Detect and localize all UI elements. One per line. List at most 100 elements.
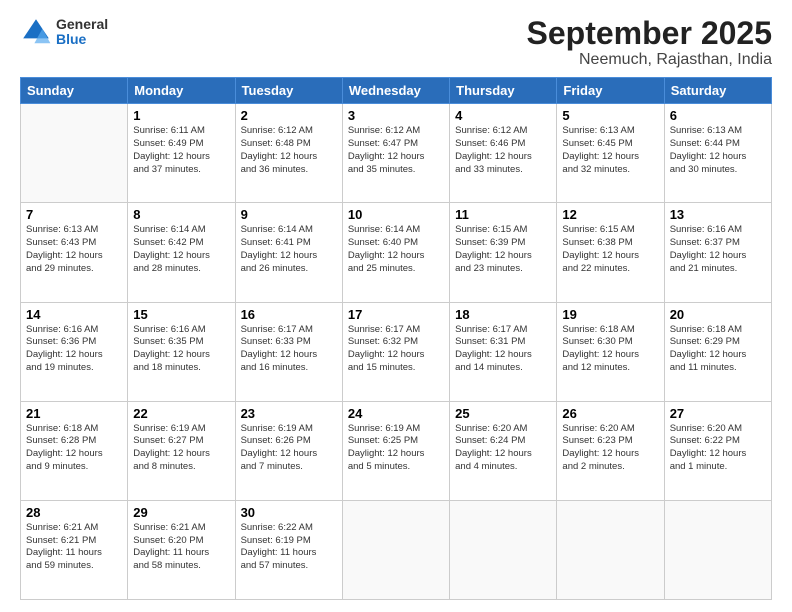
- day-info: Sunrise: 6:16 AM Sunset: 6:35 PM Dayligh…: [133, 324, 229, 375]
- calendar-title: September 2025: [527, 16, 772, 51]
- day-info: Sunrise: 6:22 AM Sunset: 6:19 PM Dayligh…: [241, 522, 337, 573]
- logo-icon: [20, 16, 52, 48]
- day-cell: 24Sunrise: 6:19 AM Sunset: 6:25 PM Dayli…: [342, 401, 449, 500]
- day-info: Sunrise: 6:11 AM Sunset: 6:49 PM Dayligh…: [133, 125, 229, 176]
- day-number: 21: [26, 406, 122, 421]
- day-number: 6: [670, 108, 766, 123]
- day-number: 26: [562, 406, 658, 421]
- day-info: Sunrise: 6:21 AM Sunset: 6:21 PM Dayligh…: [26, 522, 122, 573]
- col-sunday: Sunday: [21, 78, 128, 104]
- day-cell: 19Sunrise: 6:18 AM Sunset: 6:30 PM Dayli…: [557, 302, 664, 401]
- col-monday: Monday: [128, 78, 235, 104]
- day-number: 28: [26, 505, 122, 520]
- day-cell: 17Sunrise: 6:17 AM Sunset: 6:32 PM Dayli…: [342, 302, 449, 401]
- day-info: Sunrise: 6:19 AM Sunset: 6:26 PM Dayligh…: [241, 423, 337, 474]
- week-row-4: 21 Sunrise: 6:18 AM Sunset: 6:28 PM Dayli…: [21, 401, 772, 500]
- day-number: 13: [670, 207, 766, 222]
- day-info: Sunrise: 6:16 AM Sunset: 6:37 PM Dayligh…: [670, 224, 766, 275]
- day-cell: [21, 104, 128, 203]
- logo-general: General: [56, 17, 108, 32]
- day-number: 27: [670, 406, 766, 421]
- day-number: 4: [455, 108, 551, 123]
- day-info: Sunrise: 6:19 AM Sunset: 6:25 PM Dayligh…: [348, 423, 444, 474]
- calendar-subtitle: Neemuch, Rajasthan, India: [527, 51, 772, 69]
- day-cell: 7 Sunrise: 6:13 AM Sunset: 6:43 PM Daylig…: [21, 203, 128, 302]
- col-tuesday: Tuesday: [235, 78, 342, 104]
- logo-blue: Blue: [56, 32, 108, 47]
- day-cell: 21 Sunrise: 6:18 AM Sunset: 6:28 PM Dayli…: [21, 401, 128, 500]
- day-info: Sunrise: 6:16 AM Sunset: 6:36 PM Dayligh…: [26, 324, 122, 375]
- page: General Blue September 2025 Neemuch, Raj…: [0, 0, 792, 612]
- day-number: 30: [241, 505, 337, 520]
- day-info: Sunrise: 6:14 AM Sunset: 6:40 PM Dayligh…: [348, 224, 444, 275]
- day-number: 22: [133, 406, 229, 421]
- day-info: Sunrise: 6:15 AM Sunset: 6:39 PM Dayligh…: [455, 224, 551, 275]
- day-number: 14: [26, 307, 122, 322]
- col-friday: Friday: [557, 78, 664, 104]
- header-row: Sunday Monday Tuesday Wednesday Thursday…: [21, 78, 772, 104]
- day-cell: 28 Sunrise: 6:21 AM Sunset: 6:21 PM Dayli…: [21, 500, 128, 599]
- col-saturday: Saturday: [664, 78, 771, 104]
- day-cell: [450, 500, 557, 599]
- week-row-3: 14 Sunrise: 6:16 AM Sunset: 6:36 PM Dayli…: [21, 302, 772, 401]
- day-cell: 30 Sunrise: 6:22 AM Sunset: 6:19 PM Dayli…: [235, 500, 342, 599]
- day-cell: 27 Sunrise: 6:20 AM Sunset: 6:22 PM Dayli…: [664, 401, 771, 500]
- day-info: Sunrise: 6:17 AM Sunset: 6:32 PM Dayligh…: [348, 324, 444, 375]
- day-cell: 1Sunrise: 6:11 AM Sunset: 6:49 PM Daylig…: [128, 104, 235, 203]
- header: General Blue September 2025 Neemuch, Raj…: [20, 16, 772, 69]
- day-number: 20: [670, 307, 766, 322]
- day-number: 9: [241, 207, 337, 222]
- day-info: Sunrise: 6:20 AM Sunset: 6:24 PM Dayligh…: [455, 423, 551, 474]
- day-number: 25: [455, 406, 551, 421]
- day-cell: 29Sunrise: 6:21 AM Sunset: 6:20 PM Dayli…: [128, 500, 235, 599]
- day-info: Sunrise: 6:12 AM Sunset: 6:47 PM Dayligh…: [348, 125, 444, 176]
- day-cell: 15 Sunrise: 6:16 AM Sunset: 6:35 PM Dayli…: [128, 302, 235, 401]
- day-cell: 3 Sunrise: 6:12 AM Sunset: 6:47 PM Daylig…: [342, 104, 449, 203]
- day-number: 16: [241, 307, 337, 322]
- day-cell: [557, 500, 664, 599]
- day-info: Sunrise: 6:20 AM Sunset: 6:22 PM Dayligh…: [670, 423, 766, 474]
- day-cell: 8Sunrise: 6:14 AM Sunset: 6:42 PM Daylig…: [128, 203, 235, 302]
- day-cell: 11Sunrise: 6:15 AM Sunset: 6:39 PM Dayli…: [450, 203, 557, 302]
- week-row-2: 7 Sunrise: 6:13 AM Sunset: 6:43 PM Daylig…: [21, 203, 772, 302]
- day-cell: 26 Sunrise: 6:20 AM Sunset: 6:23 PM Dayli…: [557, 401, 664, 500]
- day-number: 23: [241, 406, 337, 421]
- day-cell: [664, 500, 771, 599]
- day-number: 12: [562, 207, 658, 222]
- day-cell: 6Sunrise: 6:13 AM Sunset: 6:44 PM Daylig…: [664, 104, 771, 203]
- day-cell: [342, 500, 449, 599]
- day-number: 15: [133, 307, 229, 322]
- day-number: 7: [26, 207, 122, 222]
- day-info: Sunrise: 6:15 AM Sunset: 6:38 PM Dayligh…: [562, 224, 658, 275]
- day-info: Sunrise: 6:17 AM Sunset: 6:33 PM Dayligh…: [241, 324, 337, 375]
- day-cell: 2Sunrise: 6:12 AM Sunset: 6:48 PM Daylig…: [235, 104, 342, 203]
- day-info: Sunrise: 6:18 AM Sunset: 6:30 PM Dayligh…: [562, 324, 658, 375]
- day-number: 29: [133, 505, 229, 520]
- day-info: Sunrise: 6:13 AM Sunset: 6:43 PM Dayligh…: [26, 224, 122, 275]
- day-info: Sunrise: 6:19 AM Sunset: 6:27 PM Dayligh…: [133, 423, 229, 474]
- day-info: Sunrise: 6:18 AM Sunset: 6:29 PM Dayligh…: [670, 324, 766, 375]
- day-cell: 5Sunrise: 6:13 AM Sunset: 6:45 PM Daylig…: [557, 104, 664, 203]
- week-row-1: 1Sunrise: 6:11 AM Sunset: 6:49 PM Daylig…: [21, 104, 772, 203]
- logo: General Blue: [20, 16, 108, 48]
- day-cell: 9Sunrise: 6:14 AM Sunset: 6:41 PM Daylig…: [235, 203, 342, 302]
- col-thursday: Thursday: [450, 78, 557, 104]
- day-cell: 14 Sunrise: 6:16 AM Sunset: 6:36 PM Dayli…: [21, 302, 128, 401]
- day-number: 8: [133, 207, 229, 222]
- week-row-5: 28 Sunrise: 6:21 AM Sunset: 6:21 PM Dayli…: [21, 500, 772, 599]
- day-number: 3: [348, 108, 444, 123]
- day-number: 10: [348, 207, 444, 222]
- day-number: 18: [455, 307, 551, 322]
- day-info: Sunrise: 6:18 AM Sunset: 6:28 PM Dayligh…: [26, 423, 122, 474]
- day-cell: 23 Sunrise: 6:19 AM Sunset: 6:26 PM Dayli…: [235, 401, 342, 500]
- day-cell: 20 Sunrise: 6:18 AM Sunset: 6:29 PM Dayli…: [664, 302, 771, 401]
- day-info: Sunrise: 6:20 AM Sunset: 6:23 PM Dayligh…: [562, 423, 658, 474]
- day-info: Sunrise: 6:12 AM Sunset: 6:48 PM Dayligh…: [241, 125, 337, 176]
- day-info: Sunrise: 6:17 AM Sunset: 6:31 PM Dayligh…: [455, 324, 551, 375]
- day-cell: 16 Sunrise: 6:17 AM Sunset: 6:33 PM Dayli…: [235, 302, 342, 401]
- day-cell: 18 Sunrise: 6:17 AM Sunset: 6:31 PM Dayli…: [450, 302, 557, 401]
- day-number: 5: [562, 108, 658, 123]
- day-cell: 25 Sunrise: 6:20 AM Sunset: 6:24 PM Dayli…: [450, 401, 557, 500]
- logo-text: General Blue: [56, 17, 108, 48]
- day-info: Sunrise: 6:12 AM Sunset: 6:46 PM Dayligh…: [455, 125, 551, 176]
